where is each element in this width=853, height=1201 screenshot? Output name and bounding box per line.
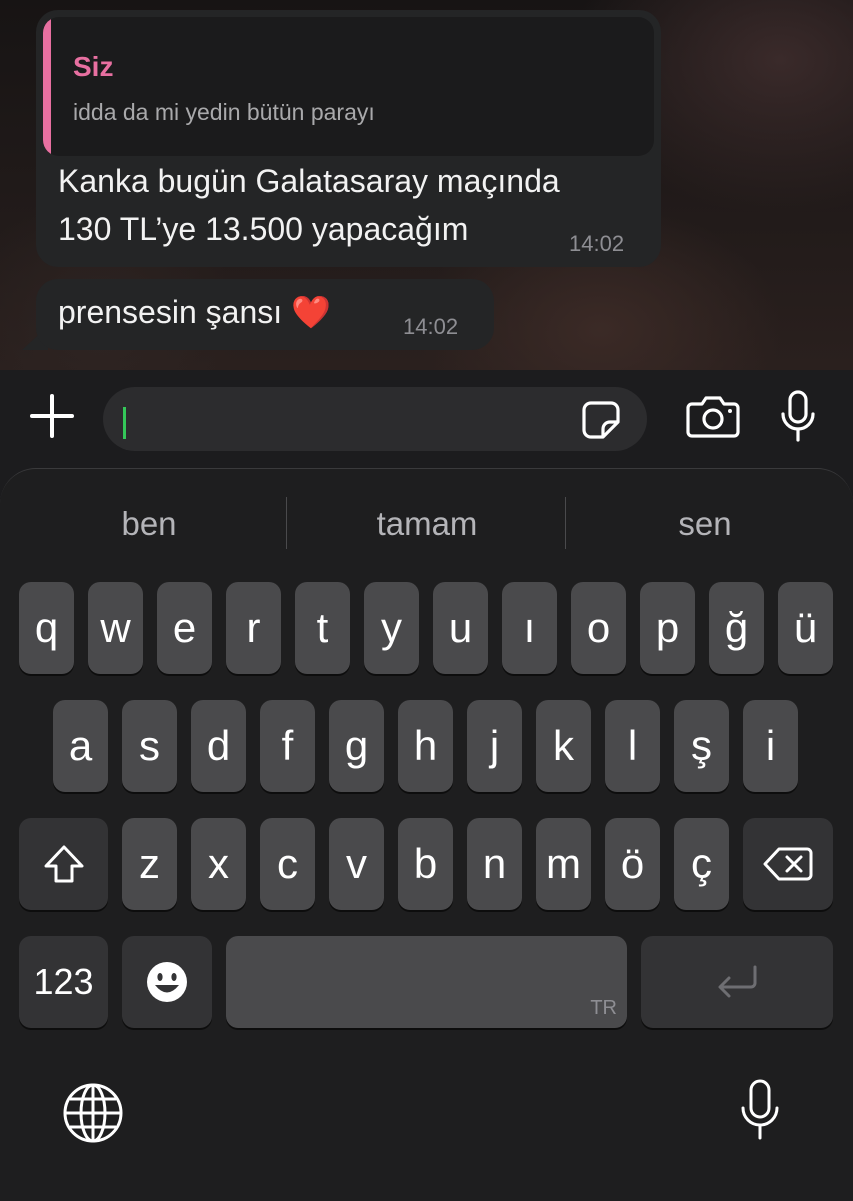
message-bubble-received[interactable]: Siz idda da mi yedin bütün parayı Kanka … — [36, 10, 661, 267]
message-bubble-received[interactable]: prensesin şansı ❤️ 14:02 — [36, 279, 494, 350]
dictation-microphone-icon[interactable] — [738, 1078, 782, 1142]
sticker-icon[interactable] — [581, 400, 621, 440]
emoji-icon — [147, 962, 187, 1002]
globe-icon[interactable] — [62, 1082, 124, 1144]
key[interactable]: t — [295, 582, 350, 674]
key[interactable]: d — [191, 700, 246, 792]
suggestion-1[interactable]: ben — [49, 505, 249, 543]
key[interactable]: ğ — [709, 582, 764, 674]
key[interactable]: g — [329, 700, 384, 792]
key[interactable]: l — [605, 700, 660, 792]
key[interactable]: f — [260, 700, 315, 792]
key[interactable]: h — [398, 700, 453, 792]
microphone-icon[interactable] — [778, 390, 818, 444]
space-key[interactable]: TR — [226, 936, 627, 1028]
suggestion-divider — [286, 497, 287, 549]
message-line-2: 130 TL’ye 13.500 yapacağım — [58, 211, 469, 247]
keyboard-language-label: TR — [590, 997, 617, 1019]
key[interactable]: u — [433, 582, 488, 674]
message-line-1: Kanka bugün Galatasaray maçında — [58, 163, 560, 199]
key[interactable]: ı — [502, 582, 557, 674]
suggestion-divider — [565, 497, 566, 549]
camera-icon[interactable] — [686, 394, 740, 438]
backspace-key[interactable] — [743, 818, 833, 910]
key[interactable]: ç — [674, 818, 729, 910]
key[interactable]: v — [329, 818, 384, 910]
compose-bar — [0, 370, 853, 470]
key[interactable]: ş — [674, 700, 729, 792]
key[interactable]: w — [88, 582, 143, 674]
key[interactable]: j — [467, 700, 522, 792]
key[interactable]: n — [467, 818, 522, 910]
key[interactable]: i — [743, 700, 798, 792]
message-input[interactable] — [103, 387, 647, 451]
key[interactable]: k — [536, 700, 591, 792]
quote-accent-bar — [43, 17, 51, 156]
key[interactable]: c — [260, 818, 315, 910]
key[interactable]: ö — [605, 818, 660, 910]
key[interactable]: ü — [778, 582, 833, 674]
backspace-icon — [763, 847, 813, 881]
suggestion-3[interactable]: sen — [605, 505, 805, 543]
key[interactable]: y — [364, 582, 419, 674]
emoji-key[interactable] — [122, 936, 212, 1028]
return-key[interactable] — [641, 936, 833, 1028]
key[interactable]: e — [157, 582, 212, 674]
return-icon — [718, 965, 757, 998]
quote-text: idda da mi yedin bütün parayı — [73, 99, 375, 125]
key[interactable]: m — [536, 818, 591, 910]
key[interactable]: a — [53, 700, 108, 792]
key[interactable]: b — [398, 818, 453, 910]
key[interactable]: z — [122, 818, 177, 910]
text-caret — [123, 407, 126, 439]
shift-key[interactable] — [19, 818, 108, 910]
numbers-key[interactable]: 123 — [19, 936, 108, 1028]
key[interactable]: x — [191, 818, 246, 910]
shift-icon — [44, 845, 83, 883]
message-text: prensesin şansı ❤️ — [58, 294, 331, 330]
message-timestamp: 14:02 — [569, 231, 625, 256]
chat-area: Siz idda da mi yedin bütün parayı Kanka … — [0, 0, 853, 370]
key[interactable]: p — [640, 582, 695, 674]
quote-author: Siz — [73, 51, 114, 82]
message-timestamp: 14:02 — [403, 314, 459, 339]
key[interactable]: s — [122, 700, 177, 792]
plus-icon[interactable] — [30, 394, 74, 438]
key[interactable]: r — [226, 582, 281, 674]
key[interactable]: q — [19, 582, 74, 674]
suggestion-2[interactable]: tamam — [327, 505, 527, 543]
quoted-reply[interactable]: Siz idda da mi yedin bütün parayı — [43, 17, 654, 156]
key[interactable]: o — [571, 582, 626, 674]
